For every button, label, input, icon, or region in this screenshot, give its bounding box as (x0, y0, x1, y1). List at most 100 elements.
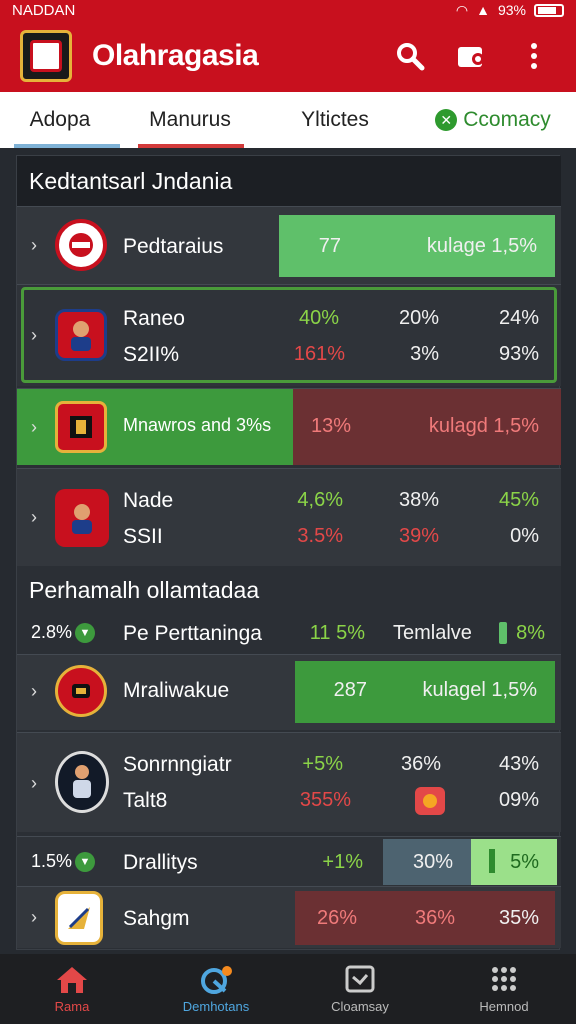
score-value: 287 (333, 679, 367, 701)
stat-value: 38% (398, 489, 439, 511)
stat-value: 24% (498, 307, 539, 329)
battery-percent: 93% (497, 2, 526, 18)
battery-icon (534, 3, 564, 17)
grid-icon (490, 965, 518, 999)
stat-value: 13% (310, 415, 351, 437)
team-crest-icon (55, 891, 103, 945)
app-logo (20, 30, 72, 82)
player-stat: Talt8 (123, 789, 168, 812)
team-crest-icon (55, 665, 107, 717)
list-item[interactable]: › Pedtaraius 77 kulage 1,5% (17, 206, 561, 284)
bar-indicator (489, 849, 495, 873)
alert-icon[interactable] (415, 787, 445, 815)
stat-value: 5% (510, 851, 539, 873)
chevron-right-icon: › (31, 235, 37, 255)
stat-label: Temlalve (393, 622, 472, 644)
match-list-panel: Kedtantsarl Jndania › Pedtaraius 77 kula… (16, 155, 561, 950)
team-crest-icon (55, 219, 107, 271)
stat-value: 3.5% (297, 525, 343, 547)
nav-home[interactable]: Rama (0, 954, 144, 1024)
section-header: Kedtantsarl Jndania (17, 156, 561, 206)
app-title: Olahragasia (92, 39, 259, 72)
tab-label: Manurus (149, 108, 231, 131)
football-icon: ✕ (435, 109, 458, 131)
nav-menu[interactable]: Hemnod (432, 954, 576, 1024)
player-name: Nade (123, 489, 174, 512)
team-name: Mnawros and 3%s (123, 415, 272, 435)
stat-value: 93% (498, 343, 539, 365)
team-name: Mraliwakue (123, 679, 230, 702)
carrier-label: NADDAN (12, 1, 76, 19)
team-crest-icon (55, 401, 107, 453)
nav-label: Demhotans (182, 998, 250, 1014)
player-stat: SSII (123, 525, 163, 548)
chevron-right-icon: › (31, 507, 37, 527)
lead-value: 2.8% (31, 622, 73, 642)
tab-label: Ccomacy (463, 108, 551, 131)
wifi-icon: ◠ (455, 1, 469, 18)
player-avatar (55, 751, 109, 813)
player-avatar (55, 489, 109, 547)
stat-value: 36% (400, 753, 441, 775)
list-item[interactable]: › Sahgm 26% 36% 35% (17, 886, 561, 948)
team-name: Sahgm (123, 907, 190, 930)
score-value: 77 (318, 235, 341, 257)
home-icon (55, 965, 89, 999)
odds-value: kulage 1,5% (426, 235, 537, 257)
more-icon[interactable] (512, 34, 556, 78)
search-icon[interactable] (388, 34, 432, 78)
nav-label: Rama (54, 998, 90, 1014)
stat-value: 30% (412, 851, 453, 873)
tab-adopa[interactable]: Adopa (0, 92, 120, 148)
tab-manurus[interactable]: Manurus (120, 92, 260, 148)
stat-value: 8% (516, 622, 545, 644)
stat-value: +1% (322, 851, 363, 873)
list-item[interactable]: › Mnawros and 3%s 13% kulagd 1,5% (17, 388, 561, 465)
nav-label: Hemnod (479, 998, 529, 1014)
stat-value: 35% (498, 907, 539, 929)
list-item[interactable]: 2.8% ▼ Pe Perttaninga 11 5% Temlalve 8% (17, 614, 561, 654)
stat-value: +5% (302, 753, 343, 775)
tab-label: Adopa (29, 108, 91, 131)
stat-value: 40% (298, 307, 339, 329)
lead-value: 1.5% (31, 851, 73, 871)
list-item[interactable]: › Mraliwakue 287 kulagel 1,5% (17, 654, 561, 730)
odds-value: kulagel 1,5% (422, 679, 537, 701)
status-bar: NADDAN ◠ ▲ 93% (0, 0, 576, 20)
app-bar: Olahragasia (0, 20, 576, 92)
stat-value: 3% (410, 343, 439, 365)
stat-value: 36% (414, 907, 455, 929)
nav-community[interactable]: Cloamsay (288, 954, 432, 1024)
stat-value: 09% (498, 789, 539, 811)
stat-value: 45% (498, 489, 539, 511)
list-item[interactable]: 1.5% ▼ Drallitys +1% 30% 5% (17, 836, 561, 886)
tab-bar: Adopa Manurus Yltictes ✕ Ccomacy (0, 92, 576, 148)
stat-value: 43% (498, 753, 539, 775)
chevron-right-icon: › (31, 681, 37, 701)
stat-value: 161% (293, 343, 345, 365)
chevron-down-icon: ▼ (75, 852, 95, 872)
stat-value: 355% (299, 789, 351, 811)
dashboard-icon (199, 965, 233, 999)
tab-yltictes[interactable]: Yltictes (260, 92, 410, 148)
tab-ccomacy[interactable]: ✕ Ccomacy (410, 92, 576, 148)
chevron-right-icon: › (31, 417, 37, 437)
player-stat: S2II% (123, 343, 180, 366)
stat-value: 39% (398, 525, 439, 547)
list-item[interactable]: › Nade SSII 4,6% 38% 45% 3.5% 39% 0% (17, 468, 561, 566)
stat-value: 20% (398, 307, 439, 329)
chevron-right-icon: › (31, 325, 37, 345)
chevron-right-icon: › (31, 907, 37, 927)
inbox-icon (345, 965, 375, 999)
share-icon[interactable] (450, 34, 494, 78)
stat-value: 0% (510, 525, 539, 547)
nav-dashboard[interactable]: Demhotans (144, 954, 288, 1024)
list-item-selected[interactable]: › Raneo S2II% 40% 20% 24% 161% 3% 93% (17, 284, 561, 386)
team-name: Pedtaraius (123, 235, 224, 258)
player-avatar (55, 309, 107, 361)
player-name: Raneo (123, 307, 185, 330)
odds-value: kulagd 1,5% (428, 415, 539, 437)
list-item[interactable]: › Sonrnngiatr Talt8 +5% 36% 43% 355% 09% (17, 732, 561, 832)
chevron-right-icon: › (31, 773, 37, 793)
tab-label: Yltictes (301, 108, 369, 131)
